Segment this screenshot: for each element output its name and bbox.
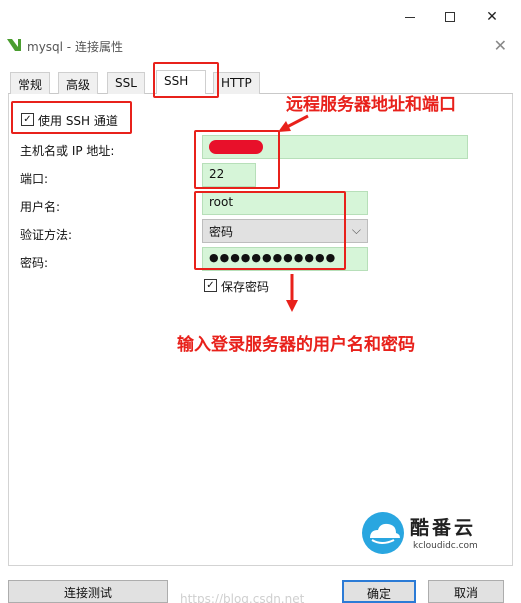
brand-domain: kcloudidc.com: [413, 541, 478, 551]
brand-name: 酷番云: [410, 517, 477, 539]
kcloud-logo-icon: [362, 512, 404, 554]
test-connection-button[interactable]: 连接测试: [8, 580, 168, 603]
ok-button[interactable]: 确定: [342, 580, 416, 603]
arrow-icon: [278, 114, 309, 312]
cancel-button[interactable]: 取消: [428, 580, 504, 603]
watermark-text: https://blog.csdn.net: [180, 592, 305, 603]
login-annotation-text: 输入登录服务器的用户名和密码: [177, 335, 415, 355]
server-annotation-text: 远程服务器地址和端口: [286, 95, 456, 115]
